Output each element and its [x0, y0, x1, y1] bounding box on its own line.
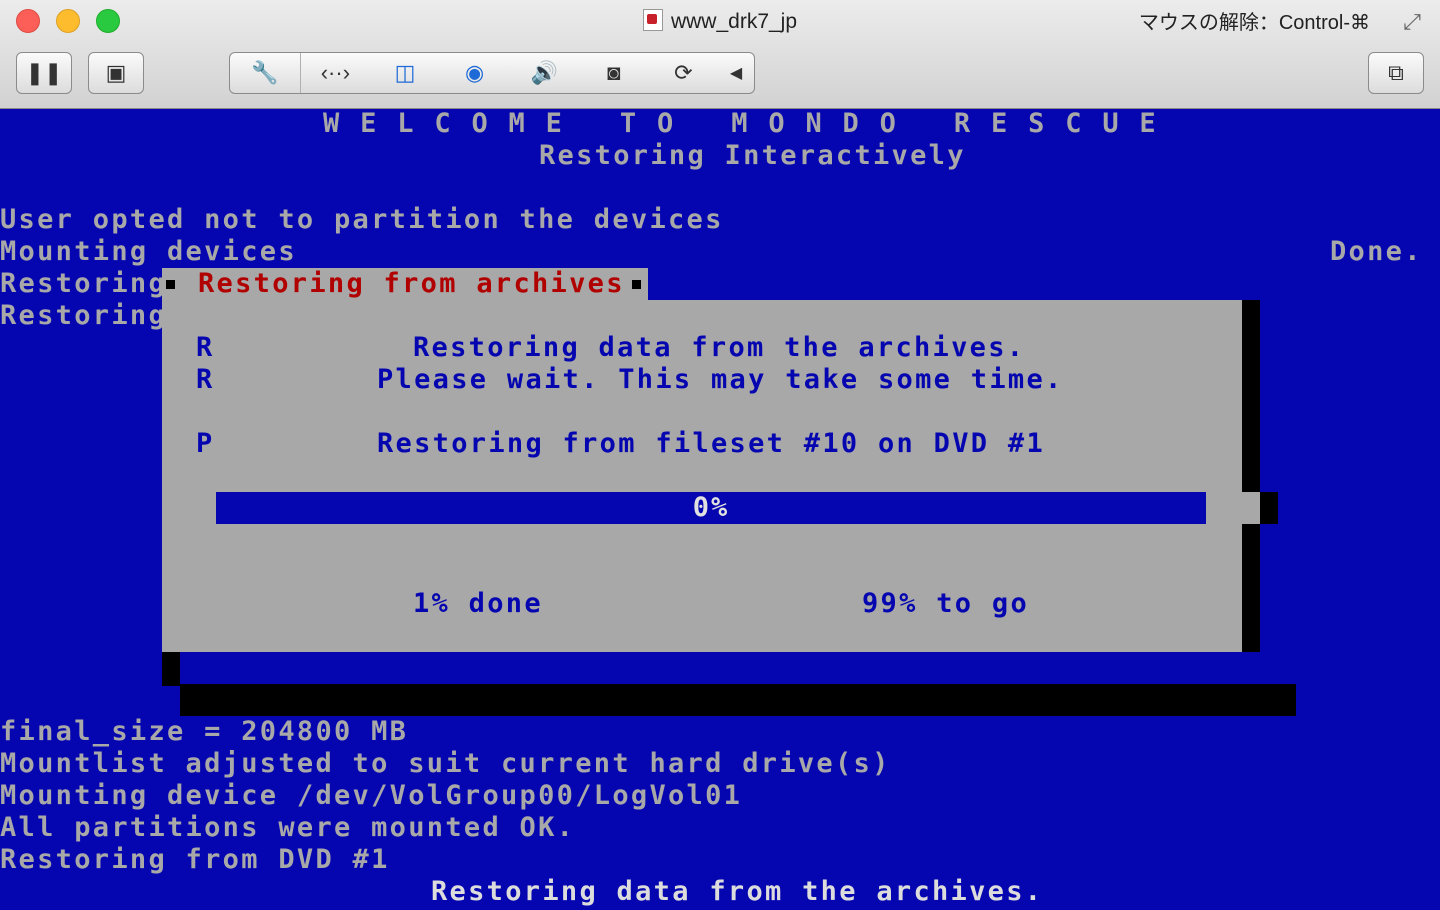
sync-button[interactable]: ⟳ [649, 53, 719, 93]
progress-bar-end-gap [1206, 492, 1260, 524]
title-left-block-icon [166, 280, 175, 289]
window-icon: ⧉ [1388, 60, 1404, 85]
document-icon [642, 9, 663, 31]
display-icon: ▣ [105, 60, 127, 85]
code-icon: ‹··› [320, 60, 351, 85]
dialog-left-r1: R [196, 332, 215, 363]
log-line-partition: User opted not to partition the devices [0, 204, 724, 235]
display-button[interactable]: ▣ [88, 52, 144, 94]
disk-icon: ◫ [394, 60, 416, 85]
log-line-done: Done. [1330, 236, 1423, 267]
log-line-all-mounted: All partitions were mounted OK. [0, 812, 576, 843]
dialog-message-2: Please wait. This may take some time. [377, 364, 1064, 395]
percent-done: 1% done [413, 588, 543, 619]
log-line-mountlist: Mountlist adjusted to suit current hard … [0, 748, 891, 779]
dialog-shadow-corner [162, 652, 180, 686]
mode-subtitle: Restoring Interactively [539, 140, 966, 171]
log-line-final-size: final_size = 204800 MB [0, 716, 409, 747]
pause-icon: ❚❚ [25, 60, 63, 85]
log-line-restoring-1: Restoring [0, 268, 167, 299]
mouse-release-hint: マウスの解除：Control-⌘ [1138, 12, 1370, 34]
dialog-left-p: P [196, 428, 215, 459]
window-title: www_drk7_jp [670, 10, 798, 33]
sync-icon: ⟳ [674, 60, 693, 85]
status-line: Restoring data from the archives. [431, 876, 1044, 907]
collapse-button[interactable]: ◀ [718, 53, 754, 93]
dialog-shadow-bottom [180, 684, 1296, 716]
cd-icon: ◉ [464, 60, 485, 85]
settings-button[interactable]: 🔧 [230, 53, 300, 93]
camera-button[interactable]: ◙ [579, 53, 649, 93]
progress-bar-shadow [1260, 492, 1278, 524]
percent-to-go: 99% to go [862, 588, 1029, 619]
dialog-title: Restoring from archives [198, 268, 625, 299]
network-button[interactable]: ‹··› [301, 53, 371, 93]
log-line-restoring-dvd: Restoring from DVD #1 [0, 844, 390, 875]
log-line-mounting: Mounting devices [0, 236, 297, 267]
wrench-icon: 🔧 [251, 60, 279, 85]
progress-bar: 0% [216, 492, 1206, 524]
sound-icon: 🔊 [530, 60, 558, 85]
camera-icon: ◙ [607, 60, 621, 85]
window-titlebar: www_drk7_jp マウスの解除：Control-⌘ ⤢ ❚❚ ▣ 🔧 ‹·… [0, 0, 1440, 109]
dialog-message-3: Restoring from fileset #10 on DVD #1 [377, 428, 1045, 459]
dialog-left-r2: R [196, 364, 215, 395]
device-toolbar-group: 🔧 ‹··› ◫ ◉ 🔊 ◙ ⟳ ◀ [229, 52, 755, 94]
fullscreen-icon[interactable]: ⤢ [1398, 8, 1426, 36]
dialog-titlebar: Restoring from archives [162, 268, 648, 300]
log-line-mount-device: Mounting device /dev/VolGroup00/LogVol01 [0, 780, 743, 811]
dialog-shadow-right [1242, 300, 1260, 652]
dialog-message-1: Restoring data from the archives. [413, 332, 1026, 363]
log-line-restoring-2: Restoring [0, 300, 167, 331]
sound-button[interactable]: 🔊 [509, 53, 579, 93]
pause-button[interactable]: ❚❚ [16, 52, 72, 94]
welcome-banner: W E L C O M E T O M O N D O R E S C U E [323, 108, 1158, 139]
hard-disk-button[interactable]: ◫ [370, 53, 440, 93]
progress-label: 0% [692, 492, 730, 523]
title-right-block-icon [632, 280, 641, 289]
window-mode-button[interactable]: ⧉ [1368, 52, 1424, 94]
collapse-arrow-icon: ◀ [729, 65, 743, 82]
cd-dvd-button[interactable]: ◉ [440, 53, 510, 93]
